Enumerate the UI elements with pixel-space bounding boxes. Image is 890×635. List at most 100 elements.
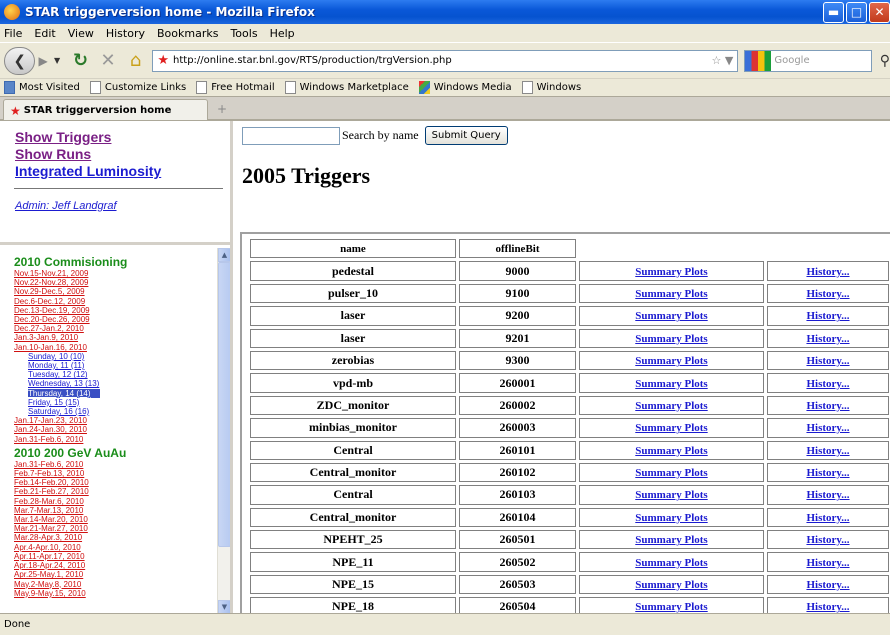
week-link[interactable]: Feb.21-Feb.27, 2010: [14, 487, 214, 496]
reload-icon[interactable]: ↻: [70, 50, 92, 72]
summary-plots-link[interactable]: Summary Plots: [635, 378, 707, 390]
bookmark-star-icon[interactable]: ☆: [712, 54, 722, 67]
tab-star-triggerversion[interactable]: ★ STAR triggerversion home: [3, 99, 208, 121]
day-link[interactable]: Friday, 15 (15): [14, 398, 214, 407]
scroll-down-arrow-icon[interactable]: ▼: [218, 600, 230, 614]
day-link[interactable]: Saturday, 16 (16): [14, 407, 214, 416]
week-link[interactable]: Nov.22-Nov.28, 2009: [14, 278, 214, 287]
show-runs-link[interactable]: Show Runs: [15, 146, 230, 163]
maximize-button[interactable]: □: [846, 1, 867, 23]
week-link[interactable]: Feb.28-Mar.6, 2010: [14, 497, 214, 506]
history-link[interactable]: History...: [806, 333, 849, 345]
week-link[interactable]: Apr.25-May.1, 2010: [14, 570, 214, 579]
history-link[interactable]: History...: [806, 534, 849, 546]
day-link[interactable]: Tuesday, 12 (12): [14, 370, 214, 379]
bookmark-windows-media[interactable]: Windows Media: [418, 81, 512, 94]
run-calendar-scrollbar[interactable]: ▲ ▼: [217, 248, 230, 614]
summary-plots-link[interactable]: Summary Plots: [635, 534, 707, 546]
url-bar[interactable]: ★ http://online.star.bnl.gov/RTS/product…: [152, 49, 739, 72]
home-icon[interactable]: ⌂: [125, 50, 147, 72]
history-link[interactable]: History...: [806, 422, 849, 434]
stop-icon[interactable]: ✕: [97, 50, 119, 72]
back-button[interactable]: ❮: [4, 46, 36, 75]
bookmark-free-hotmail[interactable]: Free Hotmail: [196, 81, 275, 94]
forward-button[interactable]: ▶: [32, 50, 54, 72]
bookmark-windows-marketplace[interactable]: Windows Marketplace: [284, 81, 409, 94]
week-link[interactable]: Nov.15-Nov.21, 2009: [14, 269, 214, 278]
week-link[interactable]: Apr.11-Apr.17, 2010: [14, 552, 214, 561]
summary-plots-link[interactable]: Summary Plots: [635, 310, 707, 322]
menu-bookmarks[interactable]: Bookmarks: [157, 27, 218, 40]
history-link[interactable]: History...: [806, 355, 849, 367]
url-dropdown-icon[interactable]: ▼: [721, 54, 733, 67]
week-link[interactable]: Apr.4-Apr.10, 2010: [14, 543, 214, 552]
menu-view[interactable]: View: [68, 27, 94, 40]
history-link[interactable]: History...: [806, 378, 849, 390]
integrated-luminosity-link[interactable]: Integrated Luminosity: [15, 163, 230, 180]
summary-plots-link[interactable]: Summary Plots: [635, 579, 707, 591]
week-link[interactable]: May.2-May.8, 2010: [14, 580, 214, 589]
week-link[interactable]: Feb.14-Feb.20, 2010: [14, 478, 214, 487]
minimize-button[interactable]: ▬: [823, 1, 844, 23]
menu-file[interactable]: File: [4, 27, 22, 40]
week-link[interactable]: Dec.13-Dec.19, 2009: [14, 306, 214, 315]
summary-plots-link[interactable]: Summary Plots: [635, 512, 707, 524]
week-link[interactable]: Dec.20-Dec.26, 2009: [14, 315, 214, 324]
history-link[interactable]: History...: [806, 400, 849, 412]
history-link[interactable]: History...: [806, 601, 849, 613]
week-link[interactable]: Nov.29-Dec.5, 2009: [14, 287, 214, 296]
url-text[interactable]: http://online.star.bnl.gov/RTS/productio…: [173, 55, 711, 66]
week-link[interactable]: Mar.7-Mar.13, 2010: [14, 506, 214, 515]
bookmark-most-visited[interactable]: Most Visited: [4, 81, 80, 94]
week-link[interactable]: Jan.31-Feb.6, 2010: [14, 460, 214, 469]
history-link[interactable]: History...: [806, 489, 849, 501]
history-link[interactable]: History...: [806, 288, 849, 300]
menu-edit[interactable]: Edit: [34, 27, 55, 40]
summary-plots-link[interactable]: Summary Plots: [635, 266, 707, 278]
search-bar[interactable]: Google: [744, 49, 872, 72]
search-engine-icon[interactable]: [745, 50, 772, 71]
day-link[interactable]: Monday, 11 (11): [14, 361, 214, 370]
history-link[interactable]: History...: [806, 557, 849, 569]
summary-plots-link[interactable]: Summary Plots: [635, 288, 707, 300]
week-link[interactable]: Jan.17-Jan.23, 2010: [14, 416, 214, 425]
bookmark-windows[interactable]: Windows: [521, 81, 581, 94]
submit-query-button[interactable]: Submit Query: [424, 126, 508, 145]
show-triggers-link[interactable]: Show Triggers: [15, 129, 230, 146]
scroll-up-arrow-icon[interactable]: ▲: [218, 248, 230, 262]
bookmark-customize-links[interactable]: Customize Links: [89, 81, 186, 94]
summary-plots-link[interactable]: Summary Plots: [635, 333, 707, 345]
history-link[interactable]: History...: [806, 310, 849, 322]
admin-link[interactable]: Admin: Jeff Landgraf: [15, 200, 117, 212]
trigger-search-input[interactable]: [242, 126, 340, 145]
week-link[interactable]: Apr.18-Apr.24, 2010: [14, 561, 214, 570]
summary-plots-link[interactable]: Summary Plots: [635, 445, 707, 457]
new-tab-icon[interactable]: +: [213, 102, 231, 118]
week-link[interactable]: Mar.21-Mar.27, 2010: [14, 524, 214, 533]
summary-plots-link[interactable]: Summary Plots: [635, 601, 707, 613]
summary-plots-link[interactable]: Summary Plots: [635, 355, 707, 367]
menu-tools[interactable]: Tools: [230, 27, 257, 40]
week-link[interactable]: Jan.31-Feb.6, 2010: [14, 435, 214, 444]
history-link[interactable]: History...: [806, 445, 849, 457]
history-link[interactable]: History...: [806, 512, 849, 524]
close-button[interactable]: ✕: [869, 1, 890, 23]
week-link[interactable]: Jan.3-Jan.9, 2010: [14, 333, 214, 342]
menu-help[interactable]: Help: [270, 27, 295, 40]
scroll-thumb[interactable]: [218, 262, 230, 547]
history-link[interactable]: History...: [806, 266, 849, 278]
search-go-icon[interactable]: ⚲: [880, 53, 890, 69]
history-dropdown-icon[interactable]: ▼: [54, 56, 64, 65]
summary-plots-link[interactable]: Summary Plots: [635, 557, 707, 569]
menu-history[interactable]: History: [106, 27, 145, 40]
summary-plots-link[interactable]: Summary Plots: [635, 489, 707, 501]
week-link[interactable]: Jan.24-Jan.30, 2010: [14, 425, 214, 434]
week-link[interactable]: Dec.6-Dec.12, 2009: [14, 297, 214, 306]
day-link[interactable]: Sunday, 10 (10): [14, 352, 214, 361]
history-link[interactable]: History...: [806, 467, 849, 479]
week-link[interactable]: Jan.10-Jan.16, 2010: [14, 343, 214, 352]
history-link[interactable]: History...: [806, 579, 849, 591]
day-link[interactable]: Wednesday, 13 (13): [14, 379, 214, 388]
week-link[interactable]: Mar.14-Mar.20, 2010: [14, 515, 214, 524]
summary-plots-link[interactable]: Summary Plots: [635, 400, 707, 412]
